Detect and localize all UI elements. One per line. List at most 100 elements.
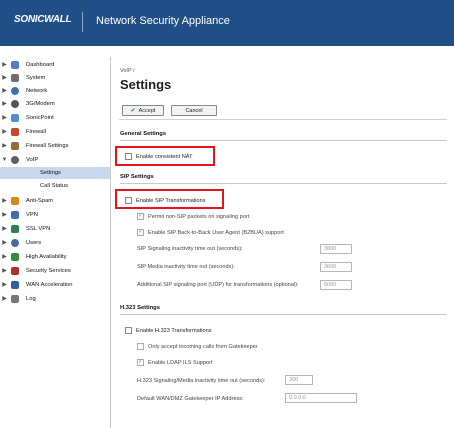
b2bua-label: Enable SIP Back-to-Back User Agent (B2BU… [148, 229, 284, 236]
firewall-icon [9, 127, 20, 136]
system-icon [9, 73, 20, 82]
permit-non-sip-checkbox[interactable]: ✓ [137, 213, 144, 220]
h323-timeout-label: H.323 Signaling/Media inactivity time ou… [137, 378, 266, 384]
sonicpoint-icon [9, 113, 20, 122]
sidebar-item-anti-spam[interactable]: ▶ Anti-Spam [0, 194, 110, 207]
sidebar: ▶ Dashboard ▶ System ▶ Network ▶ 3G/Mode… [0, 57, 111, 428]
general-settings-heading: General Settings [120, 131, 167, 137]
sidebar-item-network[interactable]: ▶ Network [0, 84, 110, 97]
breadcrumb: VoIP / [120, 68, 135, 74]
b2bua-checkbox[interactable]: ✓ [137, 229, 144, 236]
wan-acceleration-icon [9, 280, 20, 289]
additional-sip-port-label: Additional SIP signaling port (UDP) for … [137, 282, 299, 288]
permit-non-sip-label: Permit non-SIP packets on signaling port [148, 213, 250, 220]
additional-sip-port-input[interactable]: 5060 [320, 280, 352, 290]
sonicwall-logo: SONICWALL [14, 14, 72, 25]
expand-arrow-icon[interactable]: ▶ [0, 61, 9, 68]
section-divider [120, 314, 447, 315]
collapse-arrow-icon[interactable]: ▼ [0, 157, 9, 163]
sip-media-timeout-input[interactable]: 3600 [320, 262, 352, 272]
sidebar-item-label: Users [26, 239, 42, 246]
gatekeeper-ip-input[interactable]: 0.0.0.0 [285, 393, 357, 403]
network-icon [9, 86, 20, 95]
sidebar-item-vpn[interactable]: ▶ VPN [0, 208, 110, 221]
h323-transformations-checkbox[interactable] [125, 327, 132, 334]
sidebar-item-label: System [26, 74, 46, 81]
expand-arrow-icon[interactable]: ▶ [0, 100, 9, 107]
section-divider [120, 183, 447, 184]
sidebar-subitem-settings[interactable]: Settings [0, 167, 110, 179]
security-services-icon [9, 266, 20, 275]
sip-signaling-timeout-label: SIP Signaling inactivity time out (secon… [137, 246, 243, 252]
gatekeeper-ip-label: Default WAN/DMZ Gatekeeper IP Address: [137, 396, 244, 402]
expand-arrow-icon[interactable]: ▶ [0, 281, 9, 288]
ldap-row: ✓ Enable LDAP ILS Support [137, 359, 213, 366]
sidebar-item-label: Anti-Spam [26, 197, 54, 204]
sidebar-item-label: 3G/Modem [26, 100, 55, 107]
h323-settings-heading: H.323 Settings [120, 305, 160, 311]
phone-icon [9, 155, 20, 164]
toolbar-divider [119, 119, 447, 120]
sip-signaling-timeout-input[interactable]: 3800 [320, 244, 352, 254]
sidebar-item-label: SSL VPN [26, 225, 51, 232]
sidebar-item-label: Dashboard [26, 61, 55, 68]
expand-arrow-icon[interactable]: ▶ [0, 225, 9, 232]
header-divider [82, 12, 83, 32]
accept-button[interactable]: ✔ Accept [122, 105, 164, 116]
app-header: SONICWALL Network Security Appliance [0, 0, 454, 46]
sidebar-item-sonicpoint[interactable]: ▶ SonicPoint [0, 111, 110, 124]
h323-timeout-input[interactable]: 300 [285, 375, 313, 385]
section-divider [120, 140, 447, 141]
sidebar-item-log[interactable]: ▶ Log [0, 292, 110, 305]
expand-arrow-icon[interactable]: ▶ [0, 128, 9, 135]
expand-arrow-icon[interactable]: ▶ [0, 142, 9, 149]
checkmark-icon: ✔ [130, 108, 136, 114]
sidebar-item-label: VoIP [26, 156, 39, 163]
anti-spam-icon [9, 196, 20, 205]
sidebar-item-label: Log [26, 295, 36, 302]
sidebar-item-firewall[interactable]: ▶ Firewall [0, 125, 110, 138]
sidebar-subitem-label: Settings [40, 170, 61, 176]
h323-transformations-row: Enable H.323 Transformations [125, 327, 212, 334]
sidebar-item-voip[interactable]: ▼ VoIP [0, 153, 110, 166]
sidebar-item-users[interactable]: ▶ Users [0, 236, 110, 249]
sidebar-subitem-label: Call Status [40, 183, 69, 189]
expand-arrow-icon[interactable]: ▶ [0, 114, 9, 121]
sidebar-item-label: Firewall [26, 128, 46, 135]
sidebar-item-3g-modem[interactable]: ▶ 3G/Modem [0, 97, 110, 110]
expand-arrow-icon[interactable]: ▶ [0, 253, 9, 260]
sidebar-item-high-availability[interactable]: ▶ High Availability [0, 250, 110, 263]
sidebar-item-system[interactable]: ▶ System [0, 71, 110, 84]
expand-arrow-icon[interactable]: ▶ [0, 74, 9, 81]
expand-arrow-icon[interactable]: ▶ [0, 267, 9, 274]
page-title: Settings [120, 77, 172, 92]
firewall-settings-icon [9, 141, 20, 150]
sidebar-item-label: Firewall Settings [26, 142, 69, 149]
expand-arrow-icon[interactable]: ▶ [0, 197, 9, 204]
sidebar-item-wan-acceleration[interactable]: ▶ WAN Acceleration [0, 278, 110, 291]
only-gatekeeper-checkbox[interactable] [137, 343, 144, 350]
dashboard-icon [9, 60, 20, 69]
b2bua-row: ✓ Enable SIP Back-to-Back User Agent (B2… [137, 229, 284, 236]
ssl-vpn-icon [9, 224, 20, 233]
ldap-checkbox[interactable]: ✓ [137, 359, 144, 366]
expand-arrow-icon[interactable]: ▶ [0, 239, 9, 246]
h323-transformations-label: Enable H.323 Transformations [136, 327, 212, 334]
sip-settings-heading: SIP Settings [120, 174, 154, 180]
expand-arrow-icon[interactable]: ▶ [0, 87, 9, 94]
sidebar-item-security-services[interactable]: ▶ Security Services [0, 264, 110, 277]
sidebar-item-label: Network [26, 87, 48, 94]
sidebar-item-firewall-settings[interactable]: ▶ Firewall Settings [0, 139, 110, 152]
cancel-button[interactable]: Cancel [171, 105, 217, 116]
main-content: VoIP / Settings ✔ Accept Cancel General … [111, 57, 454, 428]
only-gatekeeper-row: Only accept incoming calls from Gatekeep… [137, 343, 258, 350]
sidebar-item-label: SonicPoint [26, 114, 54, 121]
sidebar-item-dashboard[interactable]: ▶ Dashboard [0, 58, 110, 71]
sidebar-item-ssl-vpn[interactable]: ▶ SSL VPN [0, 222, 110, 235]
expand-arrow-icon[interactable]: ▶ [0, 295, 9, 302]
sidebar-subitem-call-status[interactable]: Call Status [0, 180, 110, 192]
highlight-box [115, 189, 224, 209]
modem-icon [9, 99, 20, 108]
expand-arrow-icon[interactable]: ▶ [0, 211, 9, 218]
users-icon [9, 238, 20, 247]
